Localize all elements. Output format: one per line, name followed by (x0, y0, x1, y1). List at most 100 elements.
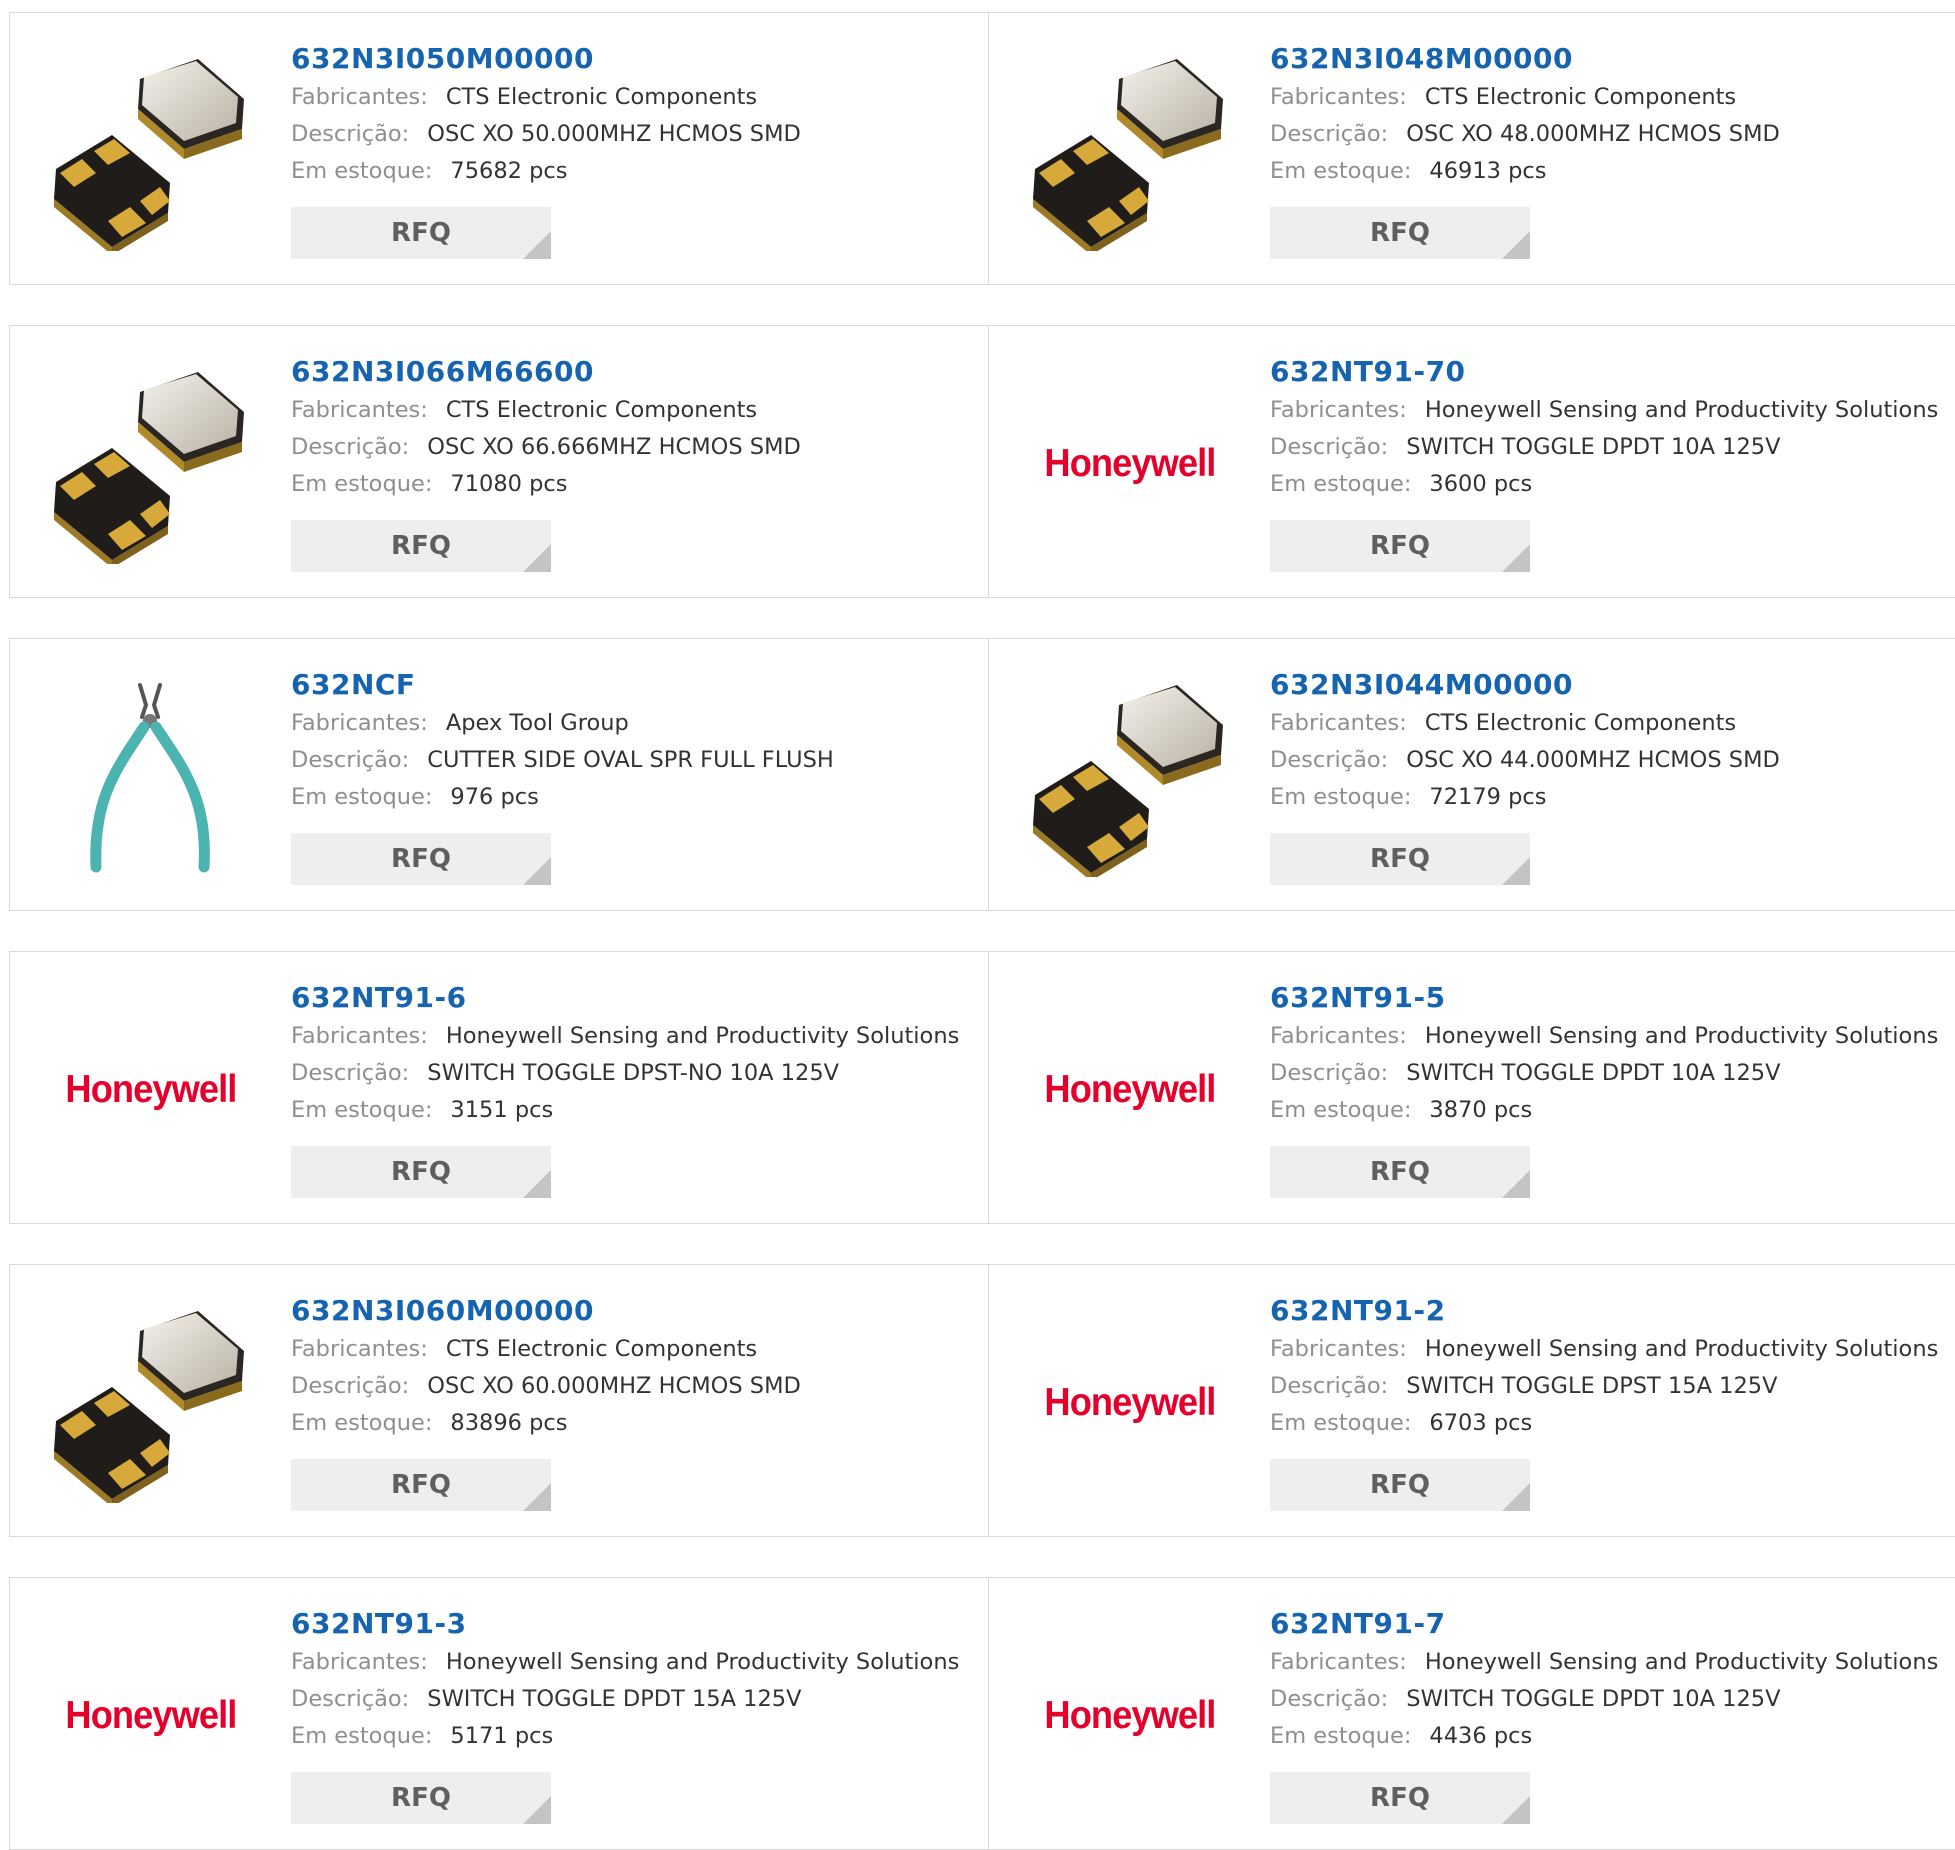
stock-label: Em estoque: (291, 471, 433, 497)
description-value: OSC XO 66.666MHZ HCMOS SMD (427, 434, 801, 460)
oscillator-icon (48, 1303, 253, 1503)
honeywell-logo[interactable]: Honeywell (1027, 364, 1232, 564)
rfq-button[interactable]: RFQ (1270, 1772, 1530, 1824)
stock-value: 71080 pcs (450, 471, 568, 497)
description-value: SWITCH TOGGLE DPST-NO 10A 125V (427, 1060, 840, 1086)
description-line: Descrição: SWITCH TOGGLE DPDT 15A 125V (291, 1681, 988, 1718)
manufacturer-line: Fabricantes: CTS Electronic Components (1270, 79, 1955, 116)
manufacturer-line: Fabricantes: Honeywell Sensing and Produc… (291, 1018, 988, 1055)
description-line: Descrição: CUTTER SIDE OVAL SPR FULL FLUS… (291, 742, 988, 779)
manufacturer-label: Fabricantes: (291, 397, 428, 423)
product-row: 632NCF Fabricantes: Apex Tool Group Descriç… (9, 638, 1955, 911)
honeywell-logo-text: Honeywell (64, 1694, 237, 1737)
stock-label: Em estoque: (291, 158, 433, 184)
rfq-button[interactable]: RFQ (291, 1772, 551, 1824)
cutter-icon (48, 677, 253, 877)
stock-label: Em estoque: (1270, 1097, 1412, 1123)
description-label: Descrição: (291, 1686, 410, 1712)
rfq-button[interactable]: RFQ (1270, 520, 1530, 572)
stock-line: Em estoque: 3151 pcs (291, 1092, 988, 1129)
honeywell-logo[interactable]: Honeywell (1027, 990, 1232, 1190)
manufacturer-label: Fabricantes: (1270, 397, 1407, 423)
manufacturer-value: Honeywell Sensing and Productivity Solut… (1424, 1023, 1939, 1049)
product-image[interactable] (48, 364, 253, 564)
part-number-link[interactable]: 632N3I048M00000 (1270, 41, 1955, 79)
rfq-button[interactable]: RFQ (291, 833, 551, 885)
stock-line: Em estoque: 6703 pcs (1270, 1405, 1955, 1442)
manufacturer-label: Fabricantes: (291, 1336, 428, 1362)
manufacturer-label: Fabricantes: (1270, 1023, 1407, 1049)
oscillator-icon (48, 51, 253, 251)
description-label: Descrição: (1270, 1373, 1389, 1399)
product-image[interactable] (1027, 51, 1232, 251)
description-label: Descrição: (291, 1060, 410, 1086)
stock-value: 3151 pcs (450, 1097, 554, 1123)
description-value: OSC XO 48.000MHZ HCMOS SMD (1406, 121, 1780, 147)
oscillator-icon (1027, 677, 1232, 877)
manufacturer-line: Fabricantes: Honeywell Sensing and Produc… (291, 1644, 988, 1681)
description-line: Descrição: SWITCH TOGGLE DPDT 10A 125V (1270, 1055, 1955, 1092)
part-number-link[interactable]: 632N3I066M66600 (291, 354, 988, 392)
product-image[interactable] (48, 677, 253, 877)
description-line: Descrição: OSC XO 44.000MHZ HCMOS SMD (1270, 742, 1955, 779)
manufacturer-line: Fabricantes: CTS Electronic Components (1270, 705, 1955, 742)
description-label: Descrição: (1270, 1686, 1389, 1712)
rfq-button[interactable]: RFQ (1270, 1146, 1530, 1198)
rfq-button[interactable]: RFQ (291, 520, 551, 572)
part-number-link[interactable]: 632N3I044M00000 (1270, 667, 1955, 705)
part-number-link[interactable]: 632NT91-70 (1270, 354, 1955, 392)
rfq-button[interactable]: RFQ (291, 1146, 551, 1198)
honeywell-logo[interactable]: Honeywell (48, 990, 253, 1190)
stock-label: Em estoque: (291, 1097, 433, 1123)
rfq-button[interactable]: RFQ (1270, 833, 1530, 885)
part-number-link[interactable]: 632NT91-6 (291, 980, 988, 1018)
product-card: 632N3I048M00000 Fabricantes: CTS Electroni… (988, 13, 1955, 284)
honeywell-logo-text: Honeywell (1043, 1381, 1216, 1424)
description-value: SWITCH TOGGLE DPDT 10A 125V (1406, 434, 1781, 460)
stock-value: 75682 pcs (450, 158, 568, 184)
part-number-link[interactable]: 632N3I050M00000 (291, 41, 988, 79)
honeywell-logo[interactable]: Honeywell (1027, 1303, 1232, 1503)
rfq-button[interactable]: RFQ (1270, 1459, 1530, 1511)
stock-value: 3870 pcs (1429, 1097, 1533, 1123)
stock-line: Em estoque: 5171 pcs (291, 1718, 988, 1755)
product-image[interactable] (48, 1303, 253, 1503)
manufacturer-label: Fabricantes: (1270, 1649, 1407, 1675)
product-info: 632NT91-3 Fabricantes: Honeywell Sensing a… (291, 1606, 988, 1824)
part-number-link[interactable]: 632NT91-2 (1270, 1293, 1955, 1331)
product-card: Honeywell 632NT91-7 Fabricantes: Honeywell … (988, 1578, 1955, 1849)
honeywell-logo[interactable]: Honeywell (48, 1616, 253, 1816)
stock-value: 83896 pcs (450, 1410, 568, 1436)
product-info: 632N3I050M00000 Fabricantes: CTS Electroni… (291, 41, 988, 259)
manufacturer-line: Fabricantes: Honeywell Sensing and Produc… (1270, 392, 1955, 429)
description-value: CUTTER SIDE OVAL SPR FULL FLUSH (427, 747, 834, 773)
rfq-button[interactable]: RFQ (1270, 207, 1530, 259)
product-row: Honeywell 632NT91-3 Fabricantes: Honeywell … (9, 1577, 1955, 1850)
part-number-link[interactable]: 632NT91-5 (1270, 980, 1955, 1018)
stock-value: 4436 pcs (1429, 1723, 1533, 1749)
stock-line: Em estoque: 3870 pcs (1270, 1092, 1955, 1129)
part-number-link[interactable]: 632NCF (291, 667, 988, 705)
manufacturer-label: Fabricantes: (1270, 710, 1407, 736)
description-value: OSC XO 50.000MHZ HCMOS SMD (427, 121, 801, 147)
product-card: Honeywell 632NT91-2 Fabricantes: Honeywell … (988, 1265, 1955, 1536)
part-number-link[interactable]: 632N3I060M00000 (291, 1293, 988, 1331)
part-number-link[interactable]: 632NT91-7 (1270, 1606, 1955, 1644)
honeywell-logo-text: Honeywell (1043, 1068, 1216, 1111)
description-line: Descrição: OSC XO 48.000MHZ HCMOS SMD (1270, 116, 1955, 153)
rfq-button[interactable]: RFQ (291, 207, 551, 259)
product-row: Honeywell 632NT91-6 Fabricantes: Honeywell … (9, 951, 1955, 1224)
product-image[interactable] (48, 51, 253, 251)
stock-value: 72179 pcs (1429, 784, 1547, 810)
part-number-link[interactable]: 632NT91-3 (291, 1606, 988, 1644)
description-label: Descrição: (291, 121, 410, 147)
product-info: 632NT91-70 Fabricantes: Honeywell Sensing … (1270, 354, 1955, 572)
description-label: Descrição: (1270, 747, 1389, 773)
stock-line: Em estoque: 71080 pcs (291, 466, 988, 503)
honeywell-logo[interactable]: Honeywell (1027, 1616, 1232, 1816)
rfq-button[interactable]: RFQ (291, 1459, 551, 1511)
product-image[interactable] (1027, 677, 1232, 877)
stock-line: Em estoque: 976 pcs (291, 779, 988, 816)
description-label: Descrição: (1270, 121, 1389, 147)
product-card: Honeywell 632NT91-6 Fabricantes: Honeywell … (10, 952, 988, 1223)
